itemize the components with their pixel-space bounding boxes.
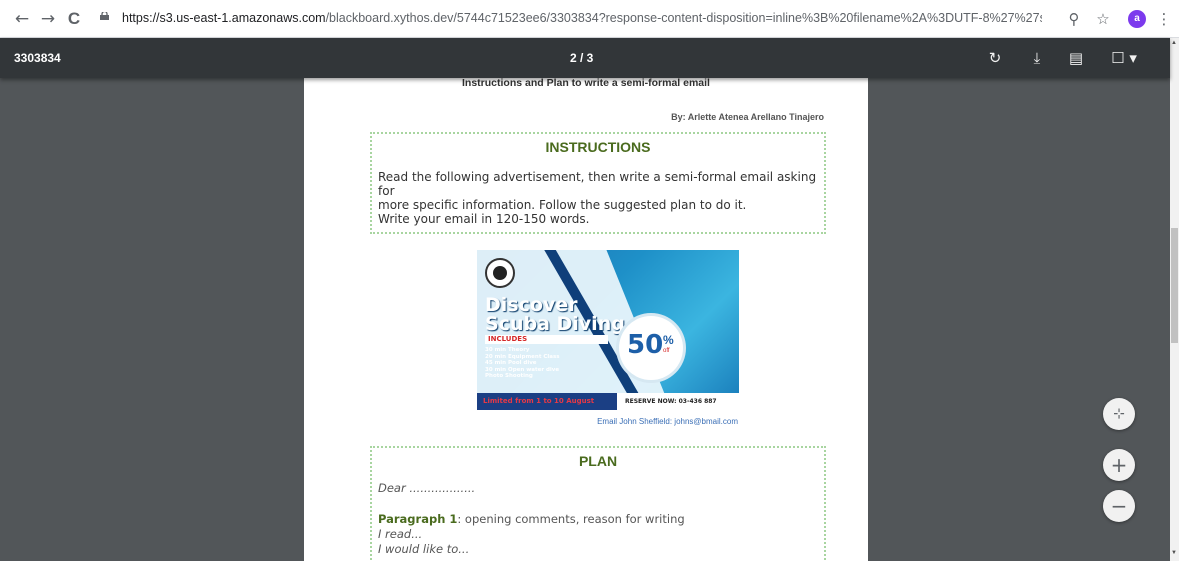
discount-badge: 50 % off xyxy=(619,316,683,380)
discount-percent: % xyxy=(663,333,674,347)
rotate-icon[interactable]: ↻ xyxy=(985,48,1005,68)
ad-includes-list: 30 min Theory 20 min Equipment Class 45 … xyxy=(485,347,560,380)
reload-button[interactable]: C xyxy=(64,9,84,29)
diving-club-logo xyxy=(485,258,515,288)
instructions-line: Write your email in 120-150 words. xyxy=(378,212,590,226)
bookmark-icon[interactable]: ☐ ▾ xyxy=(1108,48,1140,68)
scroll-up-arrow-icon[interactable]: ▲ xyxy=(1171,40,1177,46)
ad-reserve: RESERVE NOW: 03-436 887 xyxy=(625,398,717,405)
discount-value: 50 xyxy=(627,330,664,360)
plan-heading: PLAN xyxy=(578,453,618,469)
ad-validity: Limited from 1 to 10 August xyxy=(483,397,595,405)
url-text: https://s3.us-east-1.amazonaws.com/black… xyxy=(122,11,1042,25)
browser-toolbar: ← → C https://s3.us-east-1.amazonaws.com… xyxy=(0,0,1179,38)
document-author: By: Arlette Atenea Arellano Tinajero xyxy=(671,112,824,122)
plan-i-would: I would like to... xyxy=(378,542,470,556)
pdf-toolbar: 3303834 2 / 3 ↻ ⤓ ▤ ☐ ▾ xyxy=(0,38,1170,78)
print-icon[interactable]: ▤ xyxy=(1066,48,1086,68)
scuba-advertisement: Discover Scuba Diving INCLUDES 30 min Th… xyxy=(477,250,739,410)
plan-paragraph-label: Paragraph 1 xyxy=(378,512,458,526)
plan-i-read: I read... xyxy=(378,527,423,541)
document-title: Instructions and Plan to write a semi-fo… xyxy=(462,77,710,89)
zoom-out-button[interactable]: − xyxy=(1103,490,1135,522)
instructions-box: INSTRUCTIONS Read the following advertis… xyxy=(370,132,826,234)
forward-button[interactable]: → xyxy=(38,9,58,29)
fit-to-page-button[interactable]: ⊹ xyxy=(1103,398,1135,430)
plan-paragraph-text: : opening comments, reason for writing xyxy=(457,512,685,526)
zoom-magnifier-icon[interactable]: ⚲ xyxy=(1065,10,1083,28)
scrollbar[interactable]: ▲ ▼ xyxy=(1170,38,1179,561)
address-bar[interactable]: https://s3.us-east-1.amazonaws.com/black… xyxy=(94,6,1086,32)
ad-title-line2: Scuba Diving xyxy=(485,313,625,335)
pdf-page: Instructions and Plan to write a semi-fo… xyxy=(304,70,868,561)
download-icon[interactable]: ⤓ xyxy=(1027,48,1047,68)
browser-menu-icon[interactable]: ⋮ xyxy=(1155,10,1173,28)
zoom-in-button[interactable]: + xyxy=(1103,449,1135,481)
plan-dear: Dear .................. xyxy=(378,481,476,495)
back-button[interactable]: ← xyxy=(12,9,32,29)
instructions-heading: INSTRUCTIONS xyxy=(545,139,651,155)
scroll-down-arrow-icon[interactable]: ▼ xyxy=(1171,550,1177,556)
lock-icon xyxy=(100,12,109,20)
plan-paragraph-1: Paragraph 1: opening comments, reason fo… xyxy=(378,512,685,526)
instructions-line: more specific information. Follow the su… xyxy=(378,198,747,212)
pdf-title: 3303834 xyxy=(14,51,61,65)
plan-box: PLAN Dear .................. Paragraph 1… xyxy=(370,446,826,561)
ad-email: Email John Sheffield: johns@bmail.com xyxy=(597,417,738,426)
ad-footer: Limited from 1 to 10 August RESERVE NOW:… xyxy=(477,393,739,410)
scroll-thumb[interactable] xyxy=(1171,228,1178,343)
page-indicator[interactable]: 2 / 3 xyxy=(570,51,593,65)
bookmark-star-icon[interactable]: ☆ xyxy=(1094,10,1112,28)
profile-avatar[interactable]: a xyxy=(1128,10,1146,28)
url-host: https://s3.us-east-1.amazonaws.com xyxy=(122,11,326,25)
url-path: /blackboard.xythos.dev/5744c71523ee6/330… xyxy=(325,11,1042,25)
instructions-line: Read the following advertisement, then w… xyxy=(378,170,817,198)
ad-includes-label: INCLUDES xyxy=(485,335,608,344)
discount-off: off xyxy=(663,348,670,354)
ad-list-item: Photo Shooting xyxy=(485,373,533,379)
instructions-text: Read the following advertisement, then w… xyxy=(378,170,818,226)
